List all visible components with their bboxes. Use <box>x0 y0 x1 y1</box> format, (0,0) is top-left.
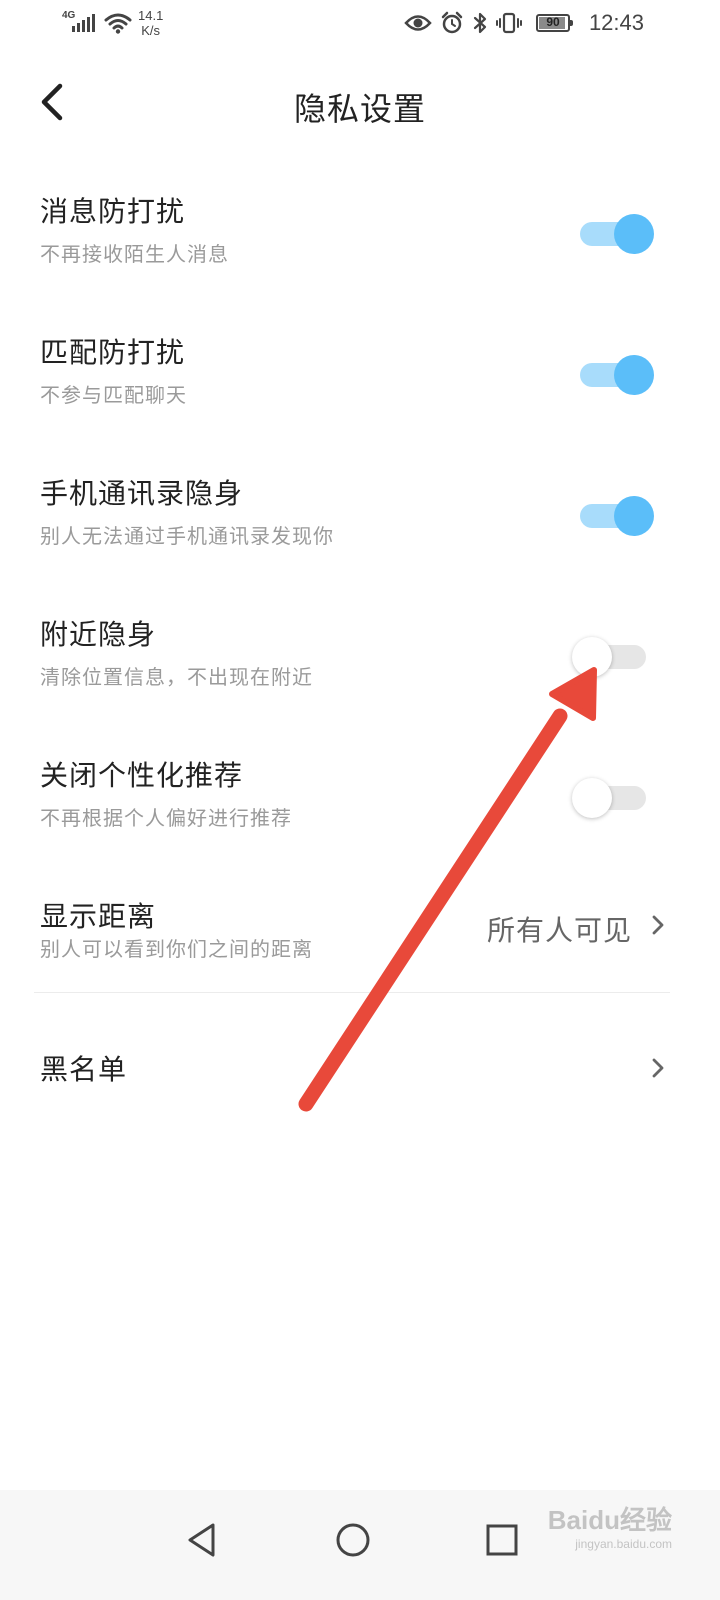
toggle-knob <box>614 355 654 395</box>
toggle-switch-nearby-invisible[interactable] <box>572 637 648 677</box>
battery-icon: 90 <box>536 14 573 32</box>
vibrate-icon <box>496 12 522 34</box>
nav-home-button[interactable] <box>323 1510 383 1570</box>
setting-title: 显示距离 <box>40 900 157 933</box>
setting-subtitle: 别人可以看到你们之间的距离 <box>40 937 313 961</box>
setting-subtitle: 不再根据个人偏好进行推荐 <box>40 806 292 830</box>
setting-row-match-dnd[interactable]: 匹配防打扰 不参与匹配聊天 <box>0 321 720 462</box>
wifi-icon <box>104 13 132 34</box>
distance-visibility-value: 所有人可见 <box>486 914 632 947</box>
setting-subtitle: 清除位置信息，不出现在附近 <box>40 665 313 689</box>
square-recents-icon <box>486 1524 518 1556</box>
setting-title: 手机通讯录隐身 <box>40 477 244 510</box>
bluetooth-icon <box>473 12 487 34</box>
setting-row-message-dnd[interactable]: 消息防打扰 不再接收陌生人消息 <box>0 180 720 321</box>
eye-icon <box>404 15 432 31</box>
chevron-right-icon <box>652 1058 664 1078</box>
toggle-knob <box>614 496 654 536</box>
watermark-sub-text: jingyan.baidu.com <box>575 1537 672 1551</box>
setting-title: 匹配防打扰 <box>40 336 186 369</box>
network-speed-unit: K/s <box>141 23 161 38</box>
status-bar-left: 4G 14.1 K/s <box>62 8 163 38</box>
toggle-switch-disable-recommendation[interactable] <box>572 778 648 818</box>
battery-level-label: 90 <box>546 15 560 29</box>
circle-home-icon <box>336 1523 370 1557</box>
nav-back-button[interactable] <box>172 1510 232 1570</box>
status-bar-right: 90 <box>404 11 573 35</box>
setting-row-nearby-invisible[interactable]: 附近隐身 清除位置信息，不出现在附近 <box>0 603 720 744</box>
page-header: 隐私设置 <box>0 70 720 140</box>
setting-row-disable-recommendation[interactable]: 关闭个性化推荐 不再根据个人偏好进行推荐 <box>0 744 720 885</box>
network-speed-value: 14.1 <box>138 8 164 23</box>
nav-recents-button[interactable] <box>472 1510 532 1570</box>
status-bar: 4G 14.1 K/s 90 12:43 <box>0 0 720 48</box>
setting-title: 附近隐身 <box>40 618 157 651</box>
setting-subtitle: 不再接收陌生人消息 <box>40 242 229 266</box>
cellular-signal-icon: 4G <box>62 8 100 36</box>
setting-row-contacts-invisible[interactable]: 手机通讯录隐身 别人无法通过手机通讯录发现你 <box>0 462 720 603</box>
setting-row-show-distance[interactable]: 显示距离 别人可以看到你们之间的距离 所有人可见 <box>0 885 720 1015</box>
setting-title: 关闭个性化推荐 <box>40 759 244 792</box>
network-speed: 14.1 K/s <box>138 8 163 38</box>
toggle-knob <box>614 214 654 254</box>
blacklist-row[interactable]: 黑名单 <box>0 1030 720 1110</box>
toggle-knob <box>572 637 612 677</box>
alarm-clock-icon <box>441 11 463 34</box>
triangle-back-icon <box>188 1523 215 1557</box>
blacklist-title: 黑名单 <box>40 1053 128 1086</box>
section-divider <box>34 992 670 993</box>
toggle-switch-contacts-invisible[interactable] <box>578 496 654 536</box>
clock-time: 12:43 <box>588 10 644 35</box>
setting-subtitle: 别人无法通过手机通讯录发现你 <box>40 524 334 548</box>
setting-subtitle: 不参与匹配聊天 <box>40 383 187 407</box>
chevron-right-icon <box>652 915 664 935</box>
setting-title: 消息防打扰 <box>40 195 186 228</box>
page-title: 隐私设置 <box>293 90 426 128</box>
settings-list: 消息防打扰 不再接收陌生人消息 匹配防打扰 不参与匹配聊天 手机通讯录隐身 别人… <box>0 180 720 1015</box>
baidu-jingyan-watermark: Baidu经验 jingyan.baidu.com <box>548 1500 672 1560</box>
toggle-knob <box>572 778 612 818</box>
toggle-switch-message-dnd[interactable] <box>578 214 654 254</box>
watermark-main-text: Baidu经验 <box>547 1505 672 1535</box>
toggle-switch-match-dnd[interactable] <box>578 355 654 395</box>
